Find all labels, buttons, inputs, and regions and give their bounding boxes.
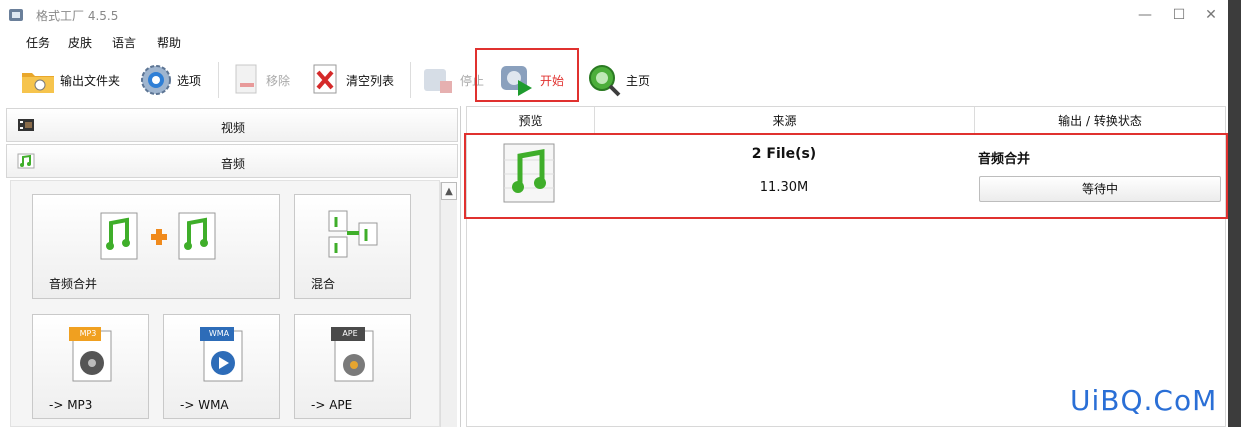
- maximize-button[interactable]: ☐: [1166, 4, 1192, 26]
- menu-task[interactable]: 任务: [26, 34, 50, 51]
- tile-to-ape[interactable]: APE -> APE: [294, 314, 411, 419]
- output-folder-label: 输出文件夹: [60, 73, 121, 88]
- clear-list-label: 清空列表: [346, 73, 395, 88]
- globe-search-icon: [589, 65, 621, 97]
- menu-skin[interactable]: 皮肤: [68, 34, 92, 51]
- tile-audio-merge-label: 音频合并: [49, 277, 98, 291]
- app-logo-icon: [9, 9, 23, 21]
- tools-scrollbar[interactable]: ▲: [440, 182, 457, 427]
- audio-file-preview-icon: [503, 143, 555, 203]
- wma-badge: WMA: [208, 329, 230, 338]
- tile-to-wma[interactable]: WMA -> WMA: [163, 314, 280, 419]
- folder-icon: [22, 73, 54, 93]
- category-audio-label: 音频: [220, 157, 245, 171]
- mp3-badge: MP3: [79, 329, 97, 338]
- remove-label: 移除: [266, 73, 291, 88]
- start-play-icon: [501, 66, 532, 96]
- tile-to-mp3-label: -> MP3: [49, 398, 93, 412]
- column-header-output-status[interactable]: 输出 / 转换状态: [975, 107, 1225, 135]
- menu-help[interactable]: 帮助: [157, 34, 181, 51]
- tile-to-ape-label: -> APE: [311, 398, 353, 412]
- close-button[interactable]: ✕: [1198, 4, 1224, 26]
- home-label: 主页: [626, 73, 651, 88]
- toolbar-separator: [410, 62, 411, 98]
- options-button[interactable]: 选项: [139, 60, 201, 100]
- tile-mix[interactable]: 混合: [294, 194, 411, 299]
- remove-button[interactable]: 移除: [232, 60, 290, 100]
- category-audio[interactable]: 音频: [6, 144, 458, 178]
- tile-mix-label: 混合: [311, 277, 336, 291]
- gear-icon: [141, 65, 171, 95]
- menu-language[interactable]: 语言: [112, 34, 136, 51]
- category-video-label: 视频: [220, 121, 245, 135]
- clear-list-button[interactable]: 清空列表: [310, 60, 394, 100]
- category-video[interactable]: 视频: [6, 108, 458, 142]
- scroll-up-icon[interactable]: ▲: [441, 182, 457, 200]
- row-file-count: 2 File(s): [751, 146, 817, 162]
- ape-badge: APE: [342, 329, 358, 338]
- tile-audio-merge[interactable]: 音频合并: [32, 194, 280, 299]
- output-folder-button[interactable]: 输出文件夹: [20, 60, 120, 100]
- row-task-name: 音频合并: [978, 152, 1031, 167]
- column-header-source[interactable]: 来源: [595, 107, 975, 135]
- menu-bar: [0, 30, 1228, 54]
- title-bar: [0, 0, 1228, 30]
- minimize-button[interactable]: —: [1132, 4, 1158, 26]
- clear-list-icon: [313, 64, 337, 94]
- remove-document-icon: [235, 64, 257, 94]
- column-header-preview[interactable]: 预览: [467, 107, 595, 135]
- options-label: 选项: [177, 73, 202, 88]
- start-button[interactable]: 开始: [498, 60, 564, 100]
- row-file-size: 11.30M: [759, 180, 809, 195]
- stop-icon: [424, 69, 452, 93]
- watermark-text: UiBQ.CoM: [1070, 384, 1218, 417]
- start-label: 开始: [540, 73, 565, 88]
- tile-to-wma-label: -> WMA: [180, 398, 229, 412]
- window-title: 格式工厂 4.5.5: [36, 9, 119, 23]
- row-status-button[interactable]: 等待中: [979, 176, 1221, 202]
- desktop-background-strip: [1228, 0, 1241, 427]
- table-row[interactable]: [500, 140, 562, 206]
- audio-merge-icon: [100, 212, 216, 260]
- tile-to-mp3[interactable]: MP3 -> MP3: [32, 314, 149, 419]
- toolbar-separator: [218, 62, 219, 98]
- audio-mix-icon: [328, 210, 378, 258]
- home-button[interactable]: 主页: [586, 60, 650, 100]
